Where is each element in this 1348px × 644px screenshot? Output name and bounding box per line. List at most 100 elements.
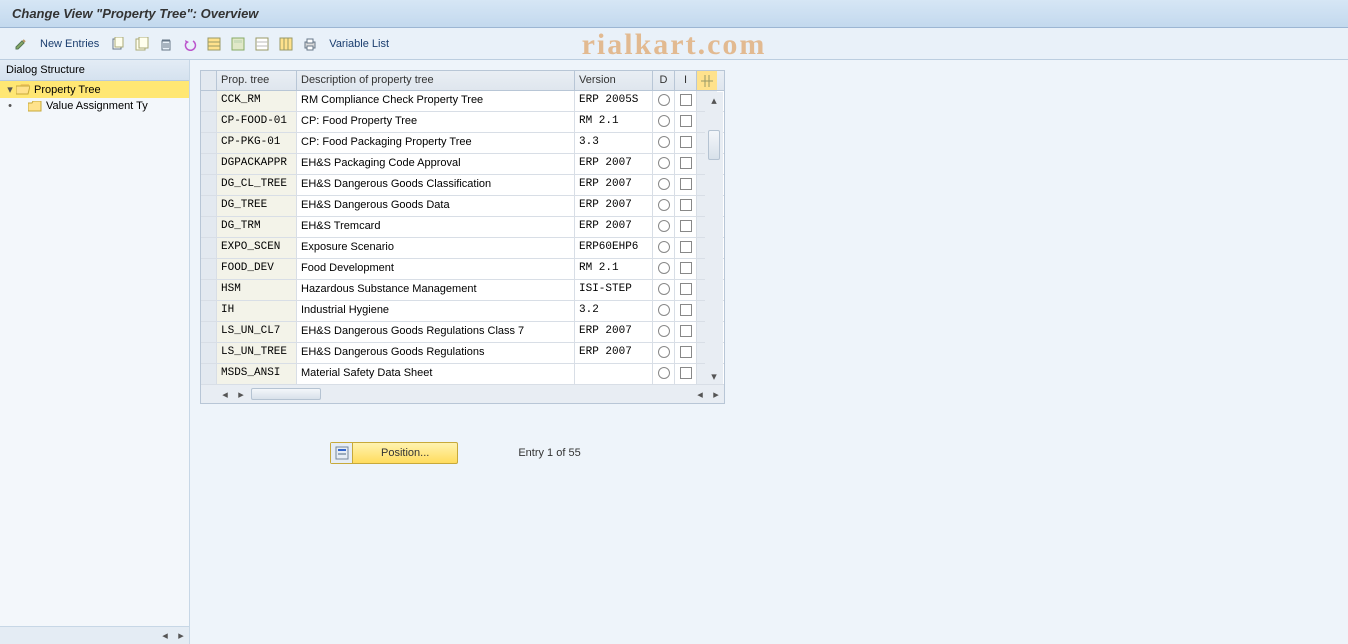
tree-node-property-tree[interactable]: ▾ Property Tree bbox=[0, 81, 189, 98]
cell-d-radio[interactable] bbox=[653, 343, 675, 363]
hscroll-left2-icon[interactable]: ◂ bbox=[692, 386, 708, 402]
cell-version[interactable]: ERP60EHP6 bbox=[575, 238, 653, 258]
row-selector[interactable] bbox=[201, 280, 217, 300]
table-row[interactable]: DG_TREEEH&S Dangerous Goods DataERP 2007 bbox=[201, 196, 724, 217]
expand-icon[interactable]: ▾ bbox=[4, 83, 16, 96]
cell-prop-tree[interactable]: LS_UN_CL7 bbox=[217, 322, 297, 342]
cell-version[interactable]: ERP 2007 bbox=[575, 154, 653, 174]
cell-prop-tree[interactable]: FOOD_DEV bbox=[217, 259, 297, 279]
row-selector[interactable] bbox=[201, 301, 217, 321]
row-selector[interactable] bbox=[201, 175, 217, 195]
cell-version[interactable] bbox=[575, 364, 653, 384]
cell-d-radio[interactable] bbox=[653, 112, 675, 132]
cell-i-checkbox[interactable] bbox=[675, 196, 697, 216]
row-selector[interactable] bbox=[201, 91, 217, 111]
cell-d-radio[interactable] bbox=[653, 133, 675, 153]
table-settings-icon[interactable] bbox=[277, 35, 295, 53]
cell-i-checkbox[interactable] bbox=[675, 259, 697, 279]
row-selector[interactable] bbox=[201, 322, 217, 342]
cell-i-checkbox[interactable] bbox=[675, 364, 697, 384]
cell-prop-tree[interactable]: DG_TREE bbox=[217, 196, 297, 216]
col-i[interactable]: I bbox=[675, 71, 697, 90]
row-selector[interactable] bbox=[201, 154, 217, 174]
table-row[interactable]: DG_TRMEH&S TremcardERP 2007 bbox=[201, 217, 724, 238]
cell-prop-tree[interactable]: DG_TRM bbox=[217, 217, 297, 237]
table-config-icon[interactable] bbox=[697, 71, 717, 90]
cell-prop-tree[interactable]: DGPACKAPPR bbox=[217, 154, 297, 174]
cell-d-radio[interactable] bbox=[653, 196, 675, 216]
cell-d-radio[interactable] bbox=[653, 301, 675, 321]
cell-i-checkbox[interactable] bbox=[675, 238, 697, 258]
table-row[interactable]: FOOD_DEVFood DevelopmentRM 2.1 bbox=[201, 259, 724, 280]
cell-description[interactable]: EH&S Dangerous Goods Regulations bbox=[297, 343, 575, 363]
cell-description[interactable]: EH&S Tremcard bbox=[297, 217, 575, 237]
row-selector[interactable] bbox=[201, 217, 217, 237]
col-d[interactable]: D bbox=[653, 71, 675, 90]
col-prop-tree[interactable]: Prop. tree bbox=[217, 71, 297, 90]
change-icon[interactable] bbox=[12, 35, 30, 53]
cell-prop-tree[interactable]: IH bbox=[217, 301, 297, 321]
cell-d-radio[interactable] bbox=[653, 322, 675, 342]
row-selector[interactable] bbox=[201, 364, 217, 384]
undo-icon[interactable] bbox=[181, 35, 199, 53]
vscroll-up-icon[interactable]: ▴ bbox=[706, 92, 722, 108]
row-selector[interactable] bbox=[201, 112, 217, 132]
cell-prop-tree[interactable]: EXPO_SCEN bbox=[217, 238, 297, 258]
cell-i-checkbox[interactable] bbox=[675, 343, 697, 363]
hscroll-right-icon[interactable]: ▸ bbox=[233, 386, 249, 402]
deselect-all-icon[interactable] bbox=[253, 35, 271, 53]
table-row[interactable]: LS_UN_CL7EH&S Dangerous Goods Regulation… bbox=[201, 322, 724, 343]
select-all-column[interactable] bbox=[201, 71, 217, 90]
vscroll-down-icon[interactable]: ▾ bbox=[706, 368, 722, 384]
cell-i-checkbox[interactable] bbox=[675, 175, 697, 195]
cell-version[interactable]: RM 2.1 bbox=[575, 112, 653, 132]
delete-icon[interactable] bbox=[157, 35, 175, 53]
cell-version[interactable]: RM 2.1 bbox=[575, 259, 653, 279]
table-row[interactable]: EXPO_SCENExposure ScenarioERP60EHP6 bbox=[201, 238, 724, 259]
cell-i-checkbox[interactable] bbox=[675, 322, 697, 342]
new-entries-button[interactable]: New Entries bbox=[36, 38, 103, 50]
hscroll-right2-icon[interactable]: ▸ bbox=[708, 386, 724, 402]
cell-prop-tree[interactable]: DG_CL_TREE bbox=[217, 175, 297, 195]
row-selector[interactable] bbox=[201, 343, 217, 363]
hscroll-left-icon[interactable]: ◂ bbox=[217, 386, 233, 402]
table-row[interactable]: HSMHazardous Substance ManagementISI-STE… bbox=[201, 280, 724, 301]
hscroll-thumb[interactable] bbox=[251, 388, 321, 400]
table-row[interactable]: CP-PKG-01CP: Food Packaging Property Tre… bbox=[201, 133, 724, 154]
cell-description[interactable]: RM Compliance Check Property Tree bbox=[297, 91, 575, 111]
cell-description[interactable]: Exposure Scenario bbox=[297, 238, 575, 258]
position-button[interactable]: Position... bbox=[330, 442, 458, 464]
print-icon[interactable] bbox=[301, 35, 319, 53]
cell-d-radio[interactable] bbox=[653, 91, 675, 111]
cell-d-radio[interactable] bbox=[653, 217, 675, 237]
cell-prop-tree[interactable]: CCK_RM bbox=[217, 91, 297, 111]
cell-d-radio[interactable] bbox=[653, 175, 675, 195]
tree-node-value-assignment[interactable]: • Value Assignment Ty bbox=[0, 98, 189, 114]
table-row[interactable]: CP-FOOD-01CP: Food Property TreeRM 2.1 bbox=[201, 112, 724, 133]
cell-description[interactable]: EH&S Dangerous Goods Data bbox=[297, 196, 575, 216]
cell-d-radio[interactable] bbox=[653, 364, 675, 384]
cell-d-radio[interactable] bbox=[653, 280, 675, 300]
cell-i-checkbox[interactable] bbox=[675, 112, 697, 132]
cell-description[interactable]: EH&S Dangerous Goods Classification bbox=[297, 175, 575, 195]
cell-version[interactable]: ERP 2007 bbox=[575, 196, 653, 216]
row-selector[interactable] bbox=[201, 238, 217, 258]
scroll-right-icon[interactable]: ▸ bbox=[173, 628, 189, 644]
variable-list-button[interactable]: Variable List bbox=[325, 38, 393, 50]
cell-description[interactable]: Food Development bbox=[297, 259, 575, 279]
scroll-left-icon[interactable]: ◂ bbox=[157, 628, 173, 644]
table-row[interactable]: LS_UN_TREEEH&S Dangerous Goods Regulatio… bbox=[201, 343, 724, 364]
cell-description[interactable]: CP: Food Packaging Property Tree bbox=[297, 133, 575, 153]
cell-i-checkbox[interactable] bbox=[675, 154, 697, 174]
cell-description[interactable]: CP: Food Property Tree bbox=[297, 112, 575, 132]
table-row[interactable]: DGPACKAPPREH&S Packaging Code ApprovalER… bbox=[201, 154, 724, 175]
cell-version[interactable]: 3.2 bbox=[575, 301, 653, 321]
cell-description[interactable]: Material Safety Data Sheet bbox=[297, 364, 575, 384]
cell-description[interactable]: Hazardous Substance Management bbox=[297, 280, 575, 300]
row-selector[interactable] bbox=[201, 196, 217, 216]
cell-description[interactable]: EH&S Dangerous Goods Regulations Class 7 bbox=[297, 322, 575, 342]
cell-version[interactable]: 3.3 bbox=[575, 133, 653, 153]
table-row[interactable]: MSDS_ANSIMaterial Safety Data Sheet bbox=[201, 364, 724, 385]
cell-d-radio[interactable] bbox=[653, 259, 675, 279]
copy-as-icon[interactable] bbox=[109, 35, 127, 53]
